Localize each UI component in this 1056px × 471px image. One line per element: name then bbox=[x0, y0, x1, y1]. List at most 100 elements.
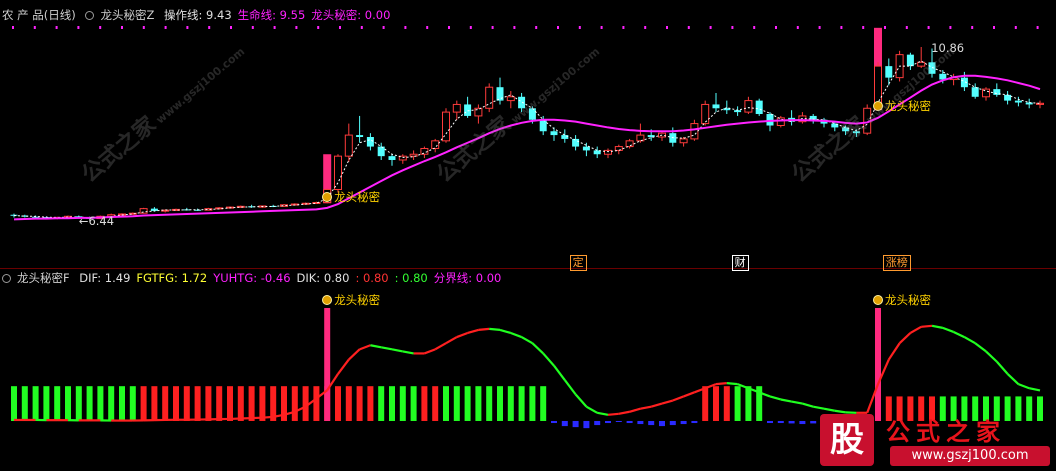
histogram-bar bbox=[432, 386, 439, 421]
dif-line-segment bbox=[510, 331, 522, 339]
money-bag-icon bbox=[322, 192, 333, 203]
main-indicator-value-1: 生命线: 9.55 bbox=[237, 8, 306, 22]
candle bbox=[356, 135, 364, 137]
settings-gear-icon[interactable] bbox=[85, 11, 95, 20]
histogram-bar bbox=[669, 420, 676, 426]
signal-dot bbox=[186, 26, 189, 29]
candle bbox=[366, 137, 374, 147]
dif-line-segment bbox=[499, 328, 512, 335]
histogram-bar bbox=[637, 420, 644, 425]
histogram-bar bbox=[561, 420, 568, 427]
dif-line-segment bbox=[683, 391, 695, 398]
dif-line-segment bbox=[942, 326, 954, 333]
sub-indicator-value-4: : 0.80 bbox=[355, 271, 389, 285]
histogram-bar bbox=[464, 386, 471, 421]
histogram-bar bbox=[659, 420, 665, 427]
dif-line-segment bbox=[791, 400, 803, 405]
histogram-bar bbox=[745, 386, 752, 421]
money-bag-icon bbox=[322, 295, 333, 305]
signal-dot bbox=[731, 26, 734, 29]
sub-indicator-name[interactable]: 龙头秘密F bbox=[17, 271, 70, 285]
signal-dot bbox=[884, 26, 886, 29]
logo-url: www.gszj100.com bbox=[890, 446, 1050, 466]
signal-dot bbox=[666, 26, 668, 29]
event-marker[interactable]: 财 bbox=[731, 255, 749, 271]
signal-dot bbox=[557, 26, 559, 29]
histogram-bar bbox=[421, 386, 428, 421]
candle bbox=[755, 100, 763, 115]
histogram-bar bbox=[723, 386, 730, 421]
histogram-bar bbox=[767, 420, 773, 424]
main-indicator-name[interactable]: 龙头秘密Z bbox=[100, 8, 154, 22]
candle bbox=[701, 103, 710, 125]
settings-gear-icon[interactable] bbox=[2, 274, 11, 283]
dif-line-segment bbox=[650, 402, 663, 408]
signal-text: 龙头秘密 bbox=[334, 190, 381, 205]
site-logo: 股 公式之家 www.gszj100.com bbox=[820, 410, 1056, 471]
histogram-bar bbox=[151, 386, 158, 421]
sub-indicator-value-1: FGTFG: 1.72 bbox=[136, 271, 208, 285]
dif-line-segment bbox=[424, 348, 436, 355]
candle bbox=[582, 146, 590, 151]
signal-dot bbox=[927, 26, 930, 29]
dif-line-segment bbox=[812, 405, 825, 410]
dif-line-segment bbox=[563, 379, 577, 396]
signal-dot bbox=[77, 26, 80, 29]
candle bbox=[625, 140, 634, 148]
event-marker[interactable]: 定 bbox=[569, 255, 587, 271]
signal-dot bbox=[317, 26, 320, 29]
event-marker[interactable]: 涨榜 bbox=[882, 255, 911, 271]
dif-line-segment bbox=[489, 327, 501, 332]
signal-dot bbox=[295, 26, 298, 29]
signal-dot bbox=[687, 26, 690, 29]
histogram-bar bbox=[237, 386, 244, 421]
dif-line-segment bbox=[574, 393, 588, 408]
candle bbox=[388, 156, 396, 160]
histogram-bar bbox=[734, 386, 741, 421]
candle bbox=[776, 117, 785, 127]
dif-line-segment bbox=[963, 336, 976, 345]
signal-dot bbox=[818, 26, 821, 29]
dif-line-segment bbox=[726, 382, 738, 386]
signal-dot bbox=[12, 26, 14, 29]
dif-line-segment bbox=[995, 360, 1009, 375]
signal-dot bbox=[382, 26, 385, 29]
dif-line-segment bbox=[921, 324, 933, 328]
signal-dot bbox=[796, 26, 799, 29]
signal-dot bbox=[578, 26, 581, 29]
histogram-bar bbox=[702, 386, 709, 421]
histogram-bar bbox=[216, 386, 223, 421]
dif-line-segment bbox=[434, 342, 447, 351]
histogram-bar bbox=[572, 420, 579, 428]
dif-line-segment bbox=[596, 411, 609, 416]
dif-line-segment bbox=[931, 324, 944, 329]
signal-dot bbox=[709, 26, 712, 29]
signal-dot bbox=[862, 26, 865, 29]
candle bbox=[334, 155, 342, 190]
logo-title: 公式之家 bbox=[886, 418, 1006, 446]
signal-dot bbox=[55, 26, 58, 29]
histogram-bar bbox=[129, 386, 136, 421]
histogram-bar bbox=[529, 386, 536, 421]
main-indicator-value-0: 操作线: 9.43 bbox=[164, 8, 232, 22]
signal-text: 龙头秘密 bbox=[334, 293, 381, 307]
signal-dot bbox=[121, 26, 123, 29]
histogram-bar bbox=[605, 420, 611, 424]
histogram-bar bbox=[335, 386, 341, 421]
histogram-bar bbox=[777, 420, 784, 424]
dif-line-segment bbox=[953, 330, 965, 339]
dif-line-segment bbox=[467, 328, 479, 335]
dif-line-segment bbox=[262, 415, 274, 419]
sub-indicator-value-5: : 0.80 bbox=[394, 271, 428, 285]
product-title[interactable]: 农 产 品(日线) bbox=[2, 8, 76, 22]
dif-line-segment bbox=[553, 365, 566, 381]
histogram-bar bbox=[11, 386, 17, 421]
signal-dot bbox=[949, 26, 952, 29]
dif-line-segment bbox=[585, 405, 598, 414]
histogram-bar bbox=[486, 386, 493, 421]
dif-line-segment bbox=[445, 336, 458, 345]
signal-dot bbox=[513, 26, 516, 29]
signal-dot bbox=[426, 26, 429, 29]
histogram-bar bbox=[313, 386, 320, 421]
signal-dot bbox=[905, 26, 908, 29]
